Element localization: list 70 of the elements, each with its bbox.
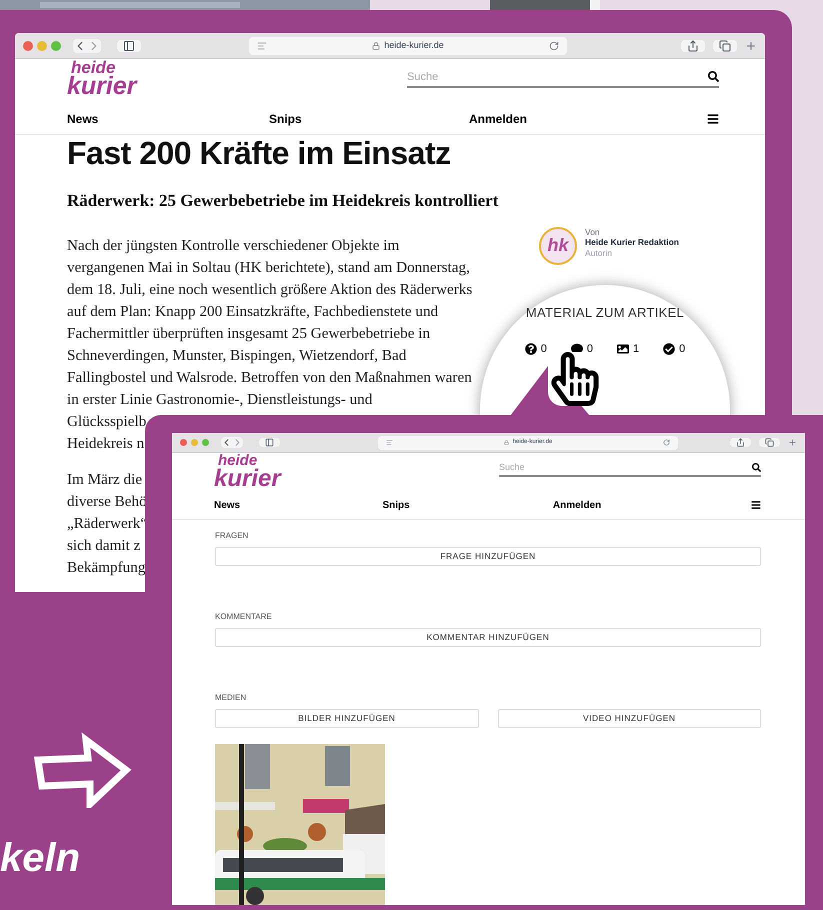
reader-icon[interactable] xyxy=(257,40,267,50)
article-text-line: Fachermittler überprüften insgesamt 25 Gewerbebetriebe in xyxy=(67,324,430,342)
search-field[interactable]: Suche xyxy=(407,69,719,88)
add-button[interactable]: KOMMENTAR HINZUFÜGEN xyxy=(215,628,761,648)
author-name[interactable]: Heide Kurier Redaktion xyxy=(585,237,679,248)
new-tab-icon[interactable] xyxy=(788,438,797,447)
article-text-line: Schneverdingen, Munster, Bispingen, Wietzendorf, Bad xyxy=(67,346,406,364)
tabs-icon[interactable] xyxy=(719,40,731,52)
article-text-line: Glücksspielb xyxy=(67,412,146,430)
article-text-line: auf dem Plan: Knapp 200 Einsatzkräfte, Fachbedienstete und xyxy=(67,302,438,320)
material-count: 1 xyxy=(633,342,640,356)
article-text-line: Bekämpfung xyxy=(67,558,146,576)
article-text-line: dem 18. Juli, eine noch wesentlich größere Aktion des Räderwerks xyxy=(67,280,472,298)
article-text-line: Nach der jüngsten Kontrolle verschiedener Objekte im xyxy=(67,236,400,254)
search-icon[interactable] xyxy=(708,71,719,82)
article-title: Fast 200 Kräfte im Einsatz xyxy=(67,136,452,169)
material-count: 0 xyxy=(540,342,547,356)
nav-link[interactable]: Snips xyxy=(269,110,469,128)
material-count: 0 xyxy=(679,342,686,356)
material-heading: MATERIAL ZUM ARTIKEL xyxy=(526,304,684,322)
handwritten-caption: keln xyxy=(0,838,80,878)
tabs-icon[interactable] xyxy=(765,438,774,447)
check-icon xyxy=(663,342,676,355)
logo-text: kurier xyxy=(214,468,281,490)
logo-text: kurier xyxy=(67,75,136,98)
nav-link[interactable]: Snips xyxy=(382,498,553,513)
article-text-line: in erster Linie Gastronomie-, Dienstleistungs- und xyxy=(67,390,372,408)
reload-icon[interactable] xyxy=(549,40,559,50)
section-heading: FRAGEN xyxy=(215,530,250,542)
sidebar-icon[interactable] xyxy=(265,438,274,447)
lock-icon xyxy=(372,42,380,50)
nav-link[interactable]: Anmelden xyxy=(469,110,707,128)
site-logo[interactable]: heide kurier xyxy=(214,454,281,490)
menu-icon[interactable] xyxy=(707,112,719,125)
logo-text: heide xyxy=(218,454,258,468)
article-text-line: Fallingbostel und Walsrode. Betroffen von den Maßnahmen waren xyxy=(67,368,472,386)
article-text-line: diverse Behö xyxy=(67,492,147,510)
question-icon xyxy=(524,342,537,355)
add-button[interactable]: FRAGE HINZUFÜGEN xyxy=(215,547,761,566)
author-role: Autorin xyxy=(585,248,613,259)
search-icon[interactable] xyxy=(752,463,761,472)
address-bar[interactable]: heide-kurier.de xyxy=(249,36,567,54)
share-icon[interactable] xyxy=(687,40,699,52)
reload-icon[interactable] xyxy=(663,439,670,446)
avatar-initials: hk xyxy=(547,234,568,258)
site-logo[interactable]: heide kurier xyxy=(67,60,136,98)
article-text-line: „Räderwerk“ xyxy=(67,514,148,532)
section-heading: MEDIEN xyxy=(215,692,248,704)
share-icon[interactable] xyxy=(736,438,745,447)
nav-link[interactable]: News xyxy=(67,110,269,128)
article-text-line: Im März die xyxy=(67,470,142,488)
nav-link[interactable]: News xyxy=(214,498,382,513)
sidebar-icon[interactable] xyxy=(123,40,135,52)
material-count: 0 xyxy=(586,342,593,356)
add-button[interactable]: BILDER HINZUFÜGEN xyxy=(215,709,478,728)
search-field[interactable]: Suche xyxy=(499,461,761,476)
lock-icon xyxy=(504,440,509,445)
article-text-line: sich damit z xyxy=(67,536,140,554)
article-text-line: Heidekreis n xyxy=(67,434,144,452)
menu-icon[interactable] xyxy=(751,500,761,510)
new-tab-icon[interactable] xyxy=(745,40,757,52)
author-prefix: Von xyxy=(585,226,601,238)
logo-text: heide xyxy=(71,60,116,76)
article-text-line: vergangenen Mai in Soltau (HK berichtete), stand am Donnerstag, xyxy=(67,258,470,276)
image-icon xyxy=(617,342,629,355)
article-subtitle: Räderwerk: 25 Gewerbebetriebe im Heidekreis kontrolliert xyxy=(67,190,500,211)
nav-link[interactable]: Anmelden xyxy=(552,498,752,513)
section-heading: KOMMENTARE xyxy=(215,611,273,624)
url-text: heide-kurier.de xyxy=(384,38,444,52)
add-button[interactable]: VIDEO HINZUFÜGEN xyxy=(498,709,761,728)
